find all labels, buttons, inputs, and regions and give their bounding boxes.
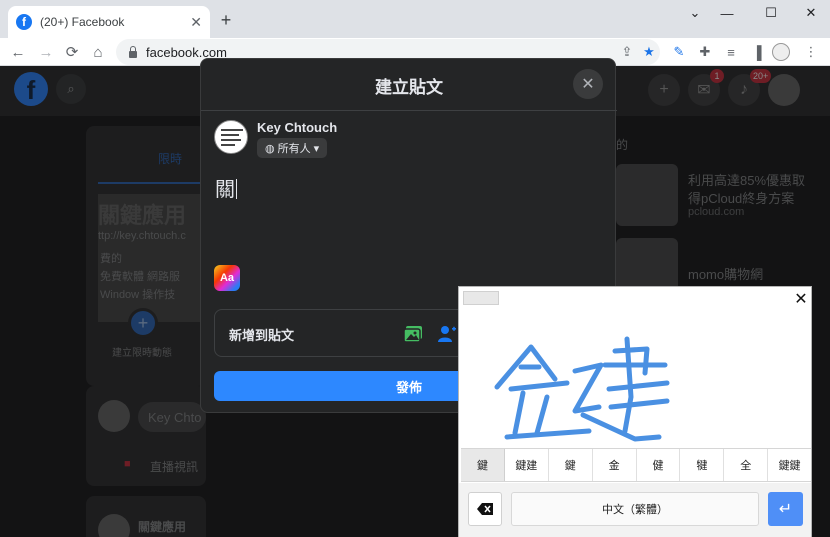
handwriting-stroke	[508, 380, 570, 392]
handwriting-footer: 中文（繁體） ↵	[459, 483, 811, 537]
add-to-post-label: 新增到貼文	[229, 328, 295, 343]
notifications-badge: 20+	[750, 69, 772, 83]
ad1-title-line1[interactable]: 利用高達85%優惠取	[688, 170, 805, 189]
share-icon[interactable]: ⇪	[616, 41, 638, 63]
story-text-title: 關鍵應用	[98, 203, 187, 228]
stories-tab-underline	[98, 182, 206, 184]
handwriting-stroke	[606, 380, 670, 392]
user-name: Key Chtouch	[257, 120, 338, 135]
close-window-button[interactable]: ✕	[796, 4, 826, 22]
story-text-5: Window 操作技	[100, 289, 176, 301]
handwriting-stroke	[512, 390, 526, 436]
maximize-button[interactable]: ☐	[756, 4, 786, 22]
candidate-item[interactable]: 全	[724, 449, 769, 481]
story-text-url: ttp://key.chtouch.c	[98, 230, 186, 242]
story-text-4: 免費軟體 網路服	[100, 271, 181, 283]
handwriting-stroke	[534, 394, 550, 436]
new-tab-button[interactable]: +	[216, 10, 236, 30]
candidate-item[interactable]: 鍵	[461, 449, 505, 481]
user-avatar	[214, 120, 248, 154]
story-text-3: 費的	[100, 253, 122, 265]
drag-handle[interactable]	[463, 291, 499, 305]
candidate-bar: 鍵鍵建鍵金健犍全鍵鍵	[461, 448, 811, 482]
back-button[interactable]: ←	[6, 40, 30, 64]
minimize-button[interactable]: —	[712, 4, 742, 22]
text-caret	[236, 179, 237, 199]
bookmark-star-icon[interactable]: ★	[638, 41, 660, 63]
messenger-badge: 1	[710, 69, 724, 83]
forward-button[interactable]: →	[34, 40, 58, 64]
page-name: 關鍵應用	[138, 520, 187, 534]
browser-tab[interactable]: f (20+) Facebook ✕	[8, 6, 210, 38]
audience-selector[interactable]: ◍ 所有人 ▾	[257, 138, 328, 158]
candidate-item[interactable]: 鍵	[549, 449, 593, 481]
candidate-item[interactable]: 鍵建	[505, 449, 549, 481]
create-story-label: 建立限時動態	[112, 348, 172, 359]
live-video-label: 直播視訊	[150, 460, 199, 474]
caret-down-icon: ▾	[313, 142, 320, 155]
backspace-icon	[477, 503, 493, 515]
tab-title: (20+) Facebook	[40, 15, 125, 29]
create-plus-icon[interactable]: +	[648, 74, 680, 106]
chevron-down-icon[interactable]: ⌄	[680, 4, 710, 22]
dialog-title: 建立貼文	[375, 78, 443, 97]
side-panel-icon[interactable]: ▐	[746, 41, 768, 63]
text-background-button[interactable]: Aa	[214, 265, 240, 291]
candidate-item[interactable]: 鍵鍵	[768, 449, 811, 481]
profile-avatar[interactable]	[772, 43, 790, 61]
create-story-plus-icon[interactable]: +	[128, 308, 158, 338]
enter-button[interactable]: ↵	[768, 492, 803, 526]
stories-tab: 限時	[158, 152, 183, 166]
ad1-image[interactable]	[616, 164, 678, 226]
post-text: 關	[215, 179, 235, 201]
composer-avatar	[98, 400, 130, 432]
tag-people-icon[interactable]	[435, 322, 459, 346]
candidate-item[interactable]: 犍	[680, 449, 725, 481]
handwriting-stroke	[608, 398, 670, 410]
dialog-divider	[201, 110, 617, 111]
handwriting-panel: ✕ 鍵鍵建鍵金健犍全鍵鍵 中文（繁體） ↵	[458, 286, 812, 537]
ad1-domain: pcloud.com	[688, 206, 745, 218]
reload-button[interactable]: ⟳	[60, 40, 84, 64]
ad1-title-line2[interactable]: 得pCloud終身方案	[688, 188, 794, 207]
handwriting-stroke	[580, 412, 662, 442]
reading-list-icon[interactable]: ≡	[720, 41, 742, 63]
candidate-item[interactable]: 金	[593, 449, 637, 481]
extensions-puzzle-icon[interactable]: ✚	[694, 41, 716, 63]
facebook-favicon-icon: f	[16, 14, 32, 30]
handwriting-stroke	[504, 428, 592, 440]
lock-icon	[128, 46, 138, 58]
globe-icon: ◍	[265, 142, 275, 155]
live-video-icon: ■	[124, 458, 131, 470]
sponsored-label: 的	[616, 138, 629, 152]
close-icon[interactable]: ✕	[791, 289, 811, 309]
composer-placeholder: Key Chto	[148, 410, 202, 425]
ad2-title[interactable]: momo購物網	[688, 264, 763, 283]
photo-video-icon[interactable]	[401, 322, 425, 346]
handwriting-canvas[interactable]	[459, 309, 811, 447]
account-avatar[interactable]	[768, 74, 800, 106]
tab-close-icon[interactable]: ✕	[190, 14, 202, 31]
language-button[interactable]: 中文（繁體）	[511, 492, 759, 526]
handwriting-stroke	[572, 362, 604, 414]
audience-label: 所有人	[277, 143, 311, 155]
backspace-button[interactable]	[468, 492, 502, 526]
menu-kebab-icon[interactable]: ⋮	[800, 41, 822, 63]
home-button[interactable]: ⌂	[86, 40, 110, 64]
post-text-input[interactable]: 關	[215, 173, 237, 202]
search-icon[interactable]: ⌕	[56, 74, 86, 104]
tab-strip: f (20+) Facebook ✕ + ⌄ — ☐ ✕	[0, 0, 830, 38]
candidate-item[interactable]: 健	[637, 449, 681, 481]
close-icon[interactable]: ✕	[573, 69, 603, 99]
facebook-logo-icon[interactable]: f	[14, 72, 48, 106]
pen-extension-icon[interactable]: ✎	[668, 41, 690, 63]
